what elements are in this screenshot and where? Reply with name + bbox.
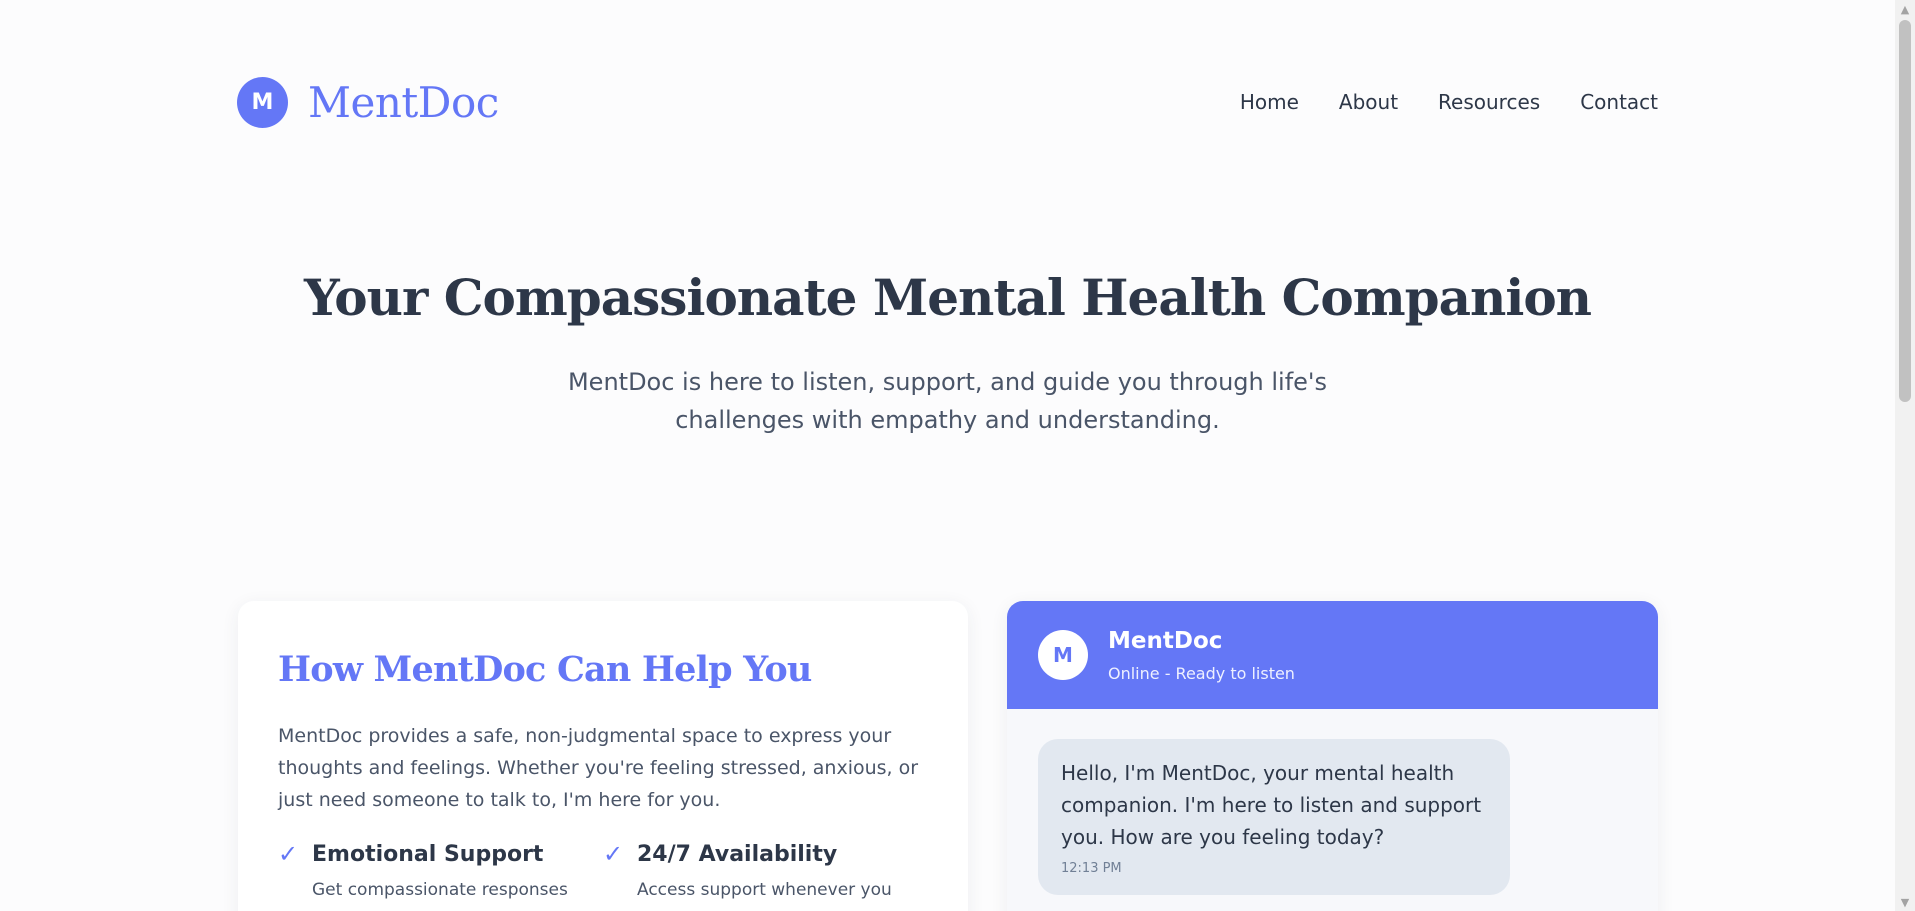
- chat-panel: M MentDoc Online - Ready to listen Hello…: [1007, 601, 1658, 911]
- help-description: MentDoc provides a safe, non-judgmental …: [278, 725, 919, 811]
- help-title: How MentDoc Can Help You: [278, 649, 812, 690]
- scroll-down-icon[interactable]: ▼: [1895, 893, 1915, 911]
- brand[interactable]: M MentDoc: [237, 76, 499, 128]
- feature-title: Emotional Support: [312, 841, 544, 867]
- nav-home-link[interactable]: Home: [1240, 90, 1299, 114]
- vertical-scrollbar[interactable]: ▲ ▼: [1895, 0, 1915, 911]
- feature-list: ✓ Emotional Support Get compassionate re…: [278, 840, 928, 900]
- chat-header: M MentDoc Online - Ready to listen: [1007, 601, 1658, 709]
- feature-description: Get compassionate responses: [312, 880, 568, 900]
- nav-resources-link[interactable]: Resources: [1438, 90, 1540, 114]
- chat-message-time: 12:13 PM: [1061, 861, 1122, 876]
- nav-about-link[interactable]: About: [1339, 90, 1398, 114]
- main-nav: Home About Resources Contact: [1240, 90, 1658, 114]
- site-header: M MentDoc Home About Resources Contact: [237, 76, 1658, 128]
- chat-message-text: Hello, I'm MentDoc, your mental health c…: [1061, 761, 1482, 849]
- chat-status: Online - Ready to listen: [1108, 663, 1295, 683]
- feature-title: 24/7 Availability: [637, 841, 838, 867]
- page: M MentDoc Home About Resources Contact Y…: [0, 0, 1915, 911]
- chat-name: MentDoc: [1108, 627, 1223, 654]
- feature-description: Access support whenever you: [637, 880, 892, 900]
- nav-contact-link[interactable]: Contact: [1580, 90, 1658, 114]
- brand-name: MentDoc: [308, 77, 499, 127]
- check-icon: ✓: [603, 840, 624, 868]
- hero-subtitle: MentDoc is here to listen, support, and …: [567, 368, 1328, 434]
- logo-icon: M: [237, 76, 288, 128]
- hero-title: Your Compassionate Mental Health Compani…: [303, 268, 1592, 327]
- feature-item: ✓ Emotional Support Get compassionate re…: [278, 840, 603, 900]
- scroll-up-icon[interactable]: ▲: [1895, 0, 1915, 18]
- check-icon: ✓: [278, 840, 299, 868]
- help-card: How MentDoc Can Help You MentDoc provide…: [238, 601, 968, 911]
- chat-avatar: M: [1038, 630, 1088, 680]
- scrollbar-thumb[interactable]: [1899, 20, 1911, 402]
- chat-message-bubble: Hello, I'm MentDoc, your mental health c…: [1038, 739, 1510, 895]
- feature-item: ✓ 24/7 Availability Access support whene…: [603, 840, 928, 900]
